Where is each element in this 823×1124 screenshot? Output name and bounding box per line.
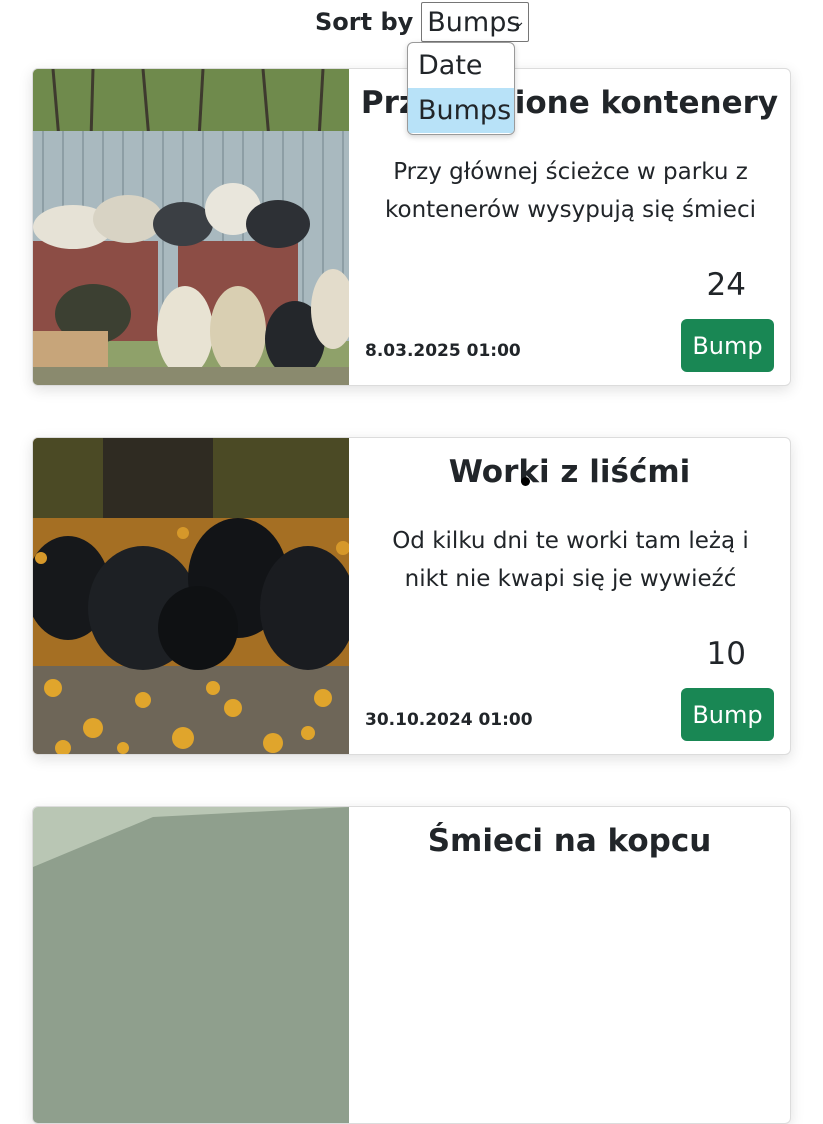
post-date: 30.10.2024 01:00 — [365, 710, 533, 730]
post-description: Od kilku dni te worki tam leżą i nikt ni… — [392, 528, 749, 592]
overflowing-trash-containers-photo — [33, 69, 349, 385]
sort-label: Sort by — [315, 8, 414, 36]
post-date: 8.03.2025 01:00 — [365, 341, 521, 361]
bump-button[interactable]: Bump — [681, 319, 774, 372]
bump-count: 10 — [706, 636, 746, 672]
sort-select[interactable]: Bumps ⌄ — [421, 2, 530, 42]
hill-photo — [33, 807, 349, 1123]
sort-option-date[interactable]: Date — [408, 43, 514, 88]
mouse-cursor — [521, 477, 530, 486]
sort-bar: Sort by Bumps ⌄ — [315, 2, 530, 42]
bump-count: 24 — [706, 267, 746, 303]
post-card-body: Worki z liśćmi Od kilku dni te worki tam… — [349, 438, 790, 754]
bump-button[interactable]: Bump — [681, 688, 774, 741]
sort-dropdown: Date Bumps — [407, 42, 515, 135]
chevron-down-icon: ⌄ — [513, 14, 526, 30]
post-description: Przy głównej ścieżce w parku z konteneró… — [385, 159, 756, 223]
sort-select-value: Bumps — [427, 6, 521, 38]
post-title: Śmieci na kopcu — [427, 823, 712, 859]
post-card: Worki z liśćmi Od kilku dni te worki tam… — [32, 437, 791, 755]
post-card: Śmieci na kopcu — [32, 806, 791, 1124]
post-title: Worki z liśćmi — [448, 454, 691, 490]
post-card-body: Śmieci na kopcu — [349, 807, 790, 1123]
leaf-bags-photo — [33, 438, 349, 754]
sort-option-bumps[interactable]: Bumps — [408, 88, 514, 133]
